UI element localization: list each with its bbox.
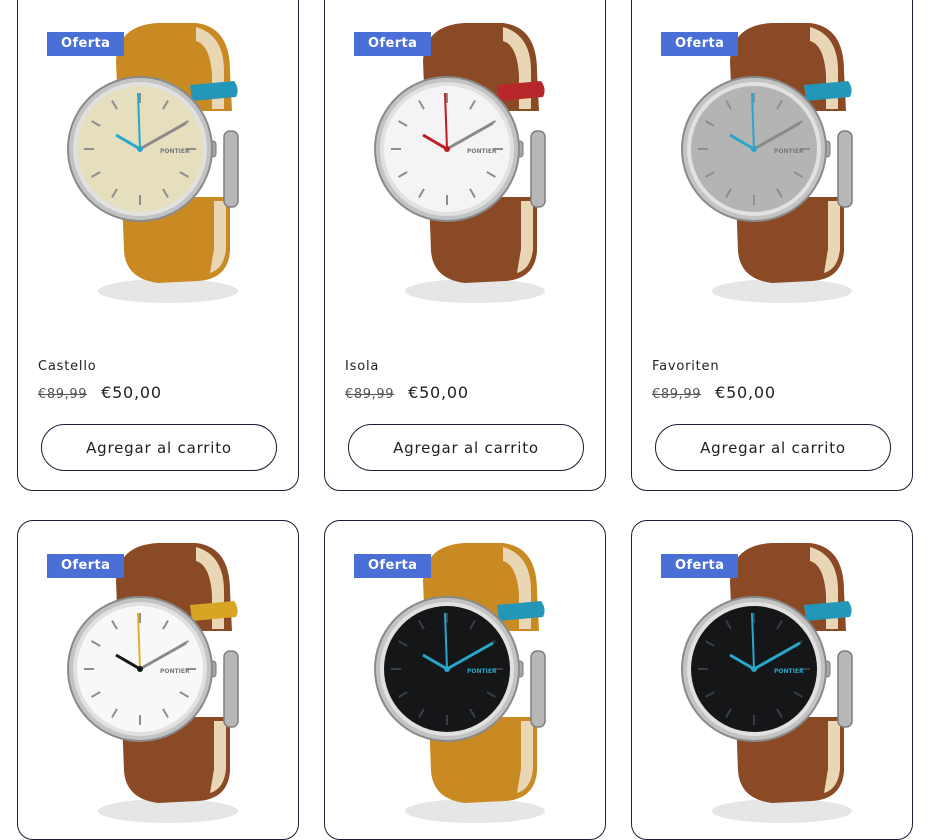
watch-shadow [712,279,852,303]
regular-price: €89,99 [345,387,395,402]
product-title[interactable]: Favoriten [652,359,719,374]
watch-shadow [405,279,545,303]
watch-shadow [98,279,238,303]
sale-price: €50,00 [715,383,776,402]
add-to-cart-button[interactable]: Agregar al carrito [655,424,891,471]
product-card[interactable]: PONTIER Oferta Isola €89,99 €50,00 Agreg… [324,0,606,491]
sale-badge: Oferta [47,32,125,56]
sale-price: €50,00 [408,383,469,402]
product-card[interactable]: PONTIER Oferta [631,520,913,840]
add-to-cart-button[interactable]: Agregar al carrito [41,424,277,471]
brand-mark: PONTIER [160,668,190,675]
product-card[interactable]: PONTIER Oferta [17,520,299,840]
product-title[interactable]: Isola [345,359,379,374]
regular-price: €89,99 [652,387,702,402]
sale-badge: Oferta [47,554,125,578]
price-block: €89,99 €50,00 [345,383,469,402]
sale-badge: Oferta [661,32,739,56]
product-card[interactable]: PONTIER Oferta Favoriten €89,99 €50,00 A… [631,0,913,491]
product-grid: PONTIER Oferta Castello €89,99 €50,00 Ag… [0,0,930,840]
product-title[interactable]: Castello [38,359,97,374]
price-block: €89,99 €50,00 [652,383,776,402]
brand-mark: PONTIER [160,148,190,155]
product-card[interactable]: PONTIER Oferta Castello €89,99 €50,00 Ag… [17,0,299,491]
brand-mark: PONTIER [467,148,497,155]
watch-shadow [98,799,238,823]
brand-mark: PONTIER [467,668,497,675]
sale-badge: Oferta [354,32,432,56]
price-block: €89,99 €50,00 [38,383,162,402]
sale-badge: Oferta [661,554,739,578]
sale-badge: Oferta [354,554,432,578]
regular-price: €89,99 [38,387,88,402]
watch-shadow [405,799,545,823]
watch-shadow [712,799,852,823]
brand-mark: PONTIER [774,668,804,675]
brand-mark: PONTIER [774,148,804,155]
add-to-cart-button[interactable]: Agregar al carrito [348,424,584,471]
product-card[interactable]: PONTIER Oferta [324,520,606,840]
sale-price: €50,00 [101,383,162,402]
